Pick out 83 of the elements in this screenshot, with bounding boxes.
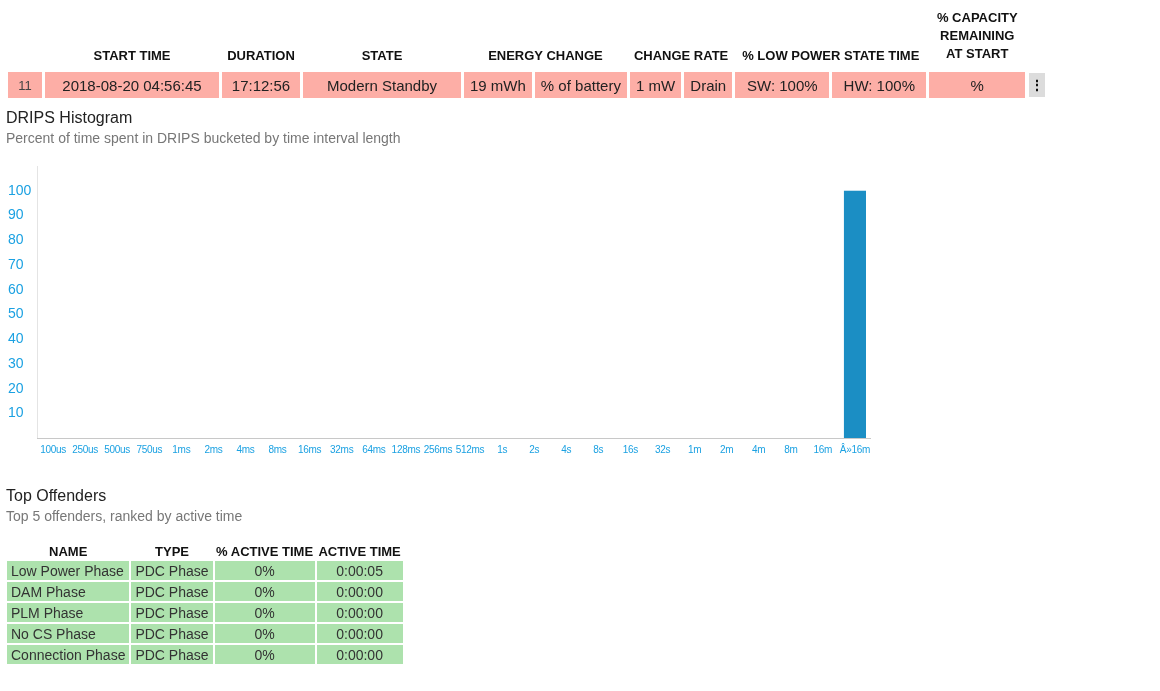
table-cell: 0% (214, 561, 315, 580)
table-cell: PDC Phase (131, 645, 213, 664)
table-cell: Low Power Phase (7, 561, 130, 580)
x-tick-label: Â»16m (839, 444, 871, 455)
table-cell: Connection Phase (7, 645, 130, 664)
column-header: CHANGE RATE (633, 48, 729, 63)
x-tick-label: 1ms (172, 444, 191, 455)
table-cell: % (929, 72, 1026, 98)
x-tick-label: 512ms (455, 444, 485, 455)
section-title: Top Offenders (6, 487, 108, 505)
x-tick-label: 8s (593, 444, 604, 455)
x-tick-label: 8ms (268, 444, 287, 455)
table-cell: PDC Phase (131, 624, 213, 643)
table-cell: 1 mW (629, 72, 682, 98)
x-tick-label: 16ms (298, 444, 322, 455)
table-cell: 0% (214, 603, 315, 622)
y-tick-label: 30 (8, 354, 24, 371)
x-tick-label: 750us (136, 444, 163, 455)
section-subtitle: Percent of time spent in DRIPS bucketed by time interval length (6, 130, 402, 146)
table-cell: 0:00:00 (316, 645, 403, 664)
table-cell: Drain (684, 72, 733, 98)
table-cell: SW: 100% (735, 72, 830, 98)
y-tick-label: 60 (8, 280, 24, 297)
x-tick-label: 4ms (236, 444, 255, 455)
x-tick-label: 8m (784, 444, 798, 455)
table-cell: PDC Phase (131, 603, 213, 622)
y-tick-label: 50 (8, 305, 24, 322)
column-header: ENERGY CHANGE (488, 48, 603, 63)
x-tick-label: 16m (813, 444, 833, 455)
section-subtitle: Top 5 offenders, ranked by active time (6, 508, 244, 524)
table-cell: HW: 100% (832, 72, 927, 98)
x-tick-label: 64ms (362, 444, 386, 455)
x-tick-label: 4m (752, 444, 766, 455)
x-tick-label: 32s (654, 444, 671, 455)
x-tick-label: 256ms (423, 444, 453, 455)
table-cell: 17:12:56 (222, 72, 300, 98)
x-tick-label: 4s (561, 444, 572, 455)
x-tick-label: 1s (497, 444, 508, 455)
y-tick-label: 20 (8, 379, 24, 396)
x-tick-label: 500us (104, 444, 131, 455)
column-header: TYPE (155, 544, 189, 559)
y-tick-label: 80 (8, 231, 24, 248)
table-cell: PDC Phase (131, 582, 213, 601)
table-cell: 0% (214, 645, 315, 664)
menu-button[interactable]: ⋮ (1029, 73, 1046, 97)
table-cell: 0:00:00 (316, 603, 403, 622)
column-header: ACTIVE TIME (318, 544, 401, 559)
y-tick-label: 90 (8, 206, 24, 223)
y-tick-label: 40 (8, 330, 24, 347)
table-cell: 0:00:05 (316, 561, 403, 580)
y-tick-label: 70 (8, 255, 24, 272)
table-cell: 0:00:00 (316, 582, 403, 601)
x-tick-label: 16s (622, 444, 639, 455)
column-header: DURATION (227, 48, 295, 63)
table-cell: 2018-08-20 04:56:45 (45, 72, 219, 98)
x-tick-label: 250us (72, 444, 98, 455)
table-cell: % of battery (534, 72, 627, 98)
table-cell: PDC Phase (131, 561, 213, 580)
table-cell: PLM Phase (7, 603, 130, 622)
table-cell: Modern Standby (303, 72, 461, 98)
x-tick-label: 1m (687, 444, 702, 455)
x-tick-label: 128ms (391, 444, 421, 455)
x-tick-label: 100us (40, 444, 66, 455)
column-header: NAME (49, 544, 88, 559)
table-cell: No CS Phase (7, 624, 130, 643)
table-cell: 19 mWh (464, 72, 532, 98)
section-title: DRIPS Histogram (6, 109, 134, 127)
table-cell: 0% (214, 624, 315, 643)
x-tick-label: 2ms (204, 444, 223, 455)
column-header: START TIME (93, 48, 171, 63)
table-cell: 11 (8, 72, 42, 98)
x-tick-label: 2m (720, 444, 734, 455)
y-tick-label: 10 (8, 404, 24, 421)
x-tick-label: 2s (529, 444, 540, 455)
table-cell: 0:00:00 (316, 624, 403, 643)
column-header: % CAPACITY REMAINING AT START (935, 9, 1019, 63)
y-tick-label: 100 (8, 181, 32, 198)
column-header: % ACTIVE TIME (216, 544, 314, 559)
x-tick-label: 32ms (330, 444, 354, 455)
column-header: STATE (361, 48, 403, 63)
table-cell: 0% (214, 582, 315, 601)
column-header: % LOW POWER STATE TIME (742, 48, 920, 63)
table-cell: DAM Phase (7, 582, 130, 601)
